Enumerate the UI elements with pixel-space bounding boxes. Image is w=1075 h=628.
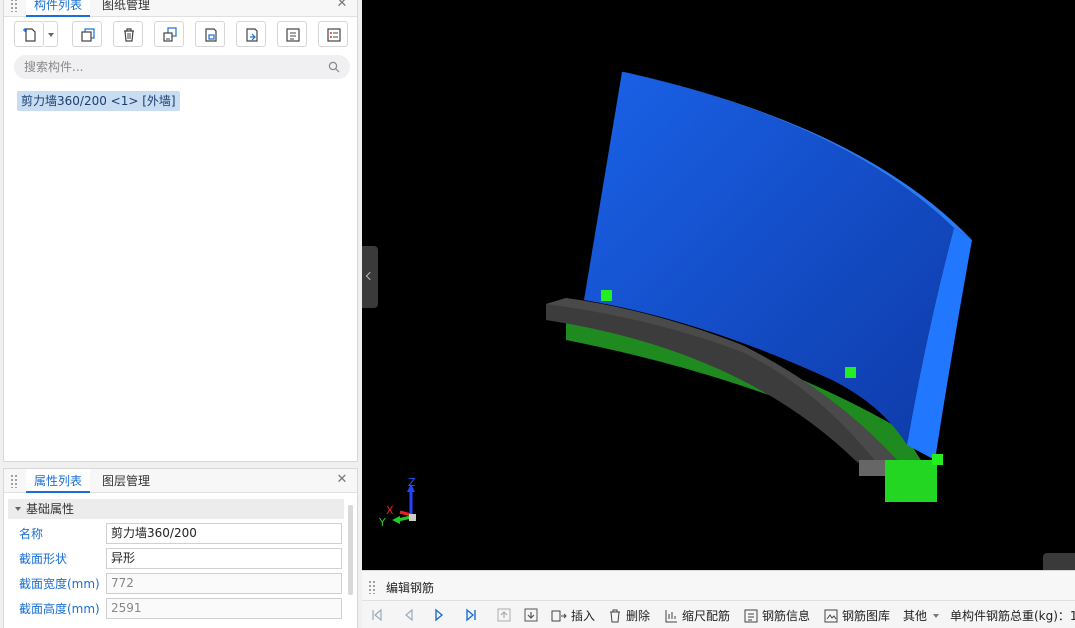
import-component-button[interactable]: [195, 21, 225, 47]
property-scrollbar[interactable]: [348, 505, 353, 595]
property-name: 名称: [19, 527, 44, 541]
grip-point[interactable]: [601, 290, 612, 301]
layers-copy-icon: [163, 27, 177, 42]
corner-base-block[interactable]: [885, 460, 937, 502]
property-row: 名称 剪力墙360/200: [8, 521, 344, 546]
search-icon[interactable]: [328, 61, 340, 73]
scale-rebar-button[interactable]: 缩尺配筋: [664, 607, 730, 625]
tab-component-list[interactable]: 构件列表: [26, 0, 91, 17]
property-value-field[interactable]: 772: [106, 573, 342, 594]
list-box-icon: [286, 28, 300, 42]
app-window: 构件列表 图纸管理 ✕ 搜索构件... 剪力墙360/200 <1> [外墙] …: [0, 0, 1075, 628]
component-list-panel: 构件列表 图纸管理 ✕ 搜索构件... 剪力墙360/200 <1> [外墙]: [3, 0, 358, 462]
tab-drawing-management[interactable]: 图纸管理: [94, 0, 158, 17]
viewport-corner-toggle[interactable]: [1043, 553, 1075, 570]
settings-list-button[interactable]: [318, 21, 348, 47]
previous-record-icon[interactable]: [402, 608, 416, 622]
image-library-icon: [824, 609, 838, 623]
insert-row-icon: [551, 610, 567, 622]
axis-z-label: Z: [408, 476, 416, 489]
close-icon[interactable]: ✕: [335, 0, 349, 11]
rebar-panel-title: 编辑钢筋: [386, 581, 435, 595]
new-file-icon: [23, 28, 36, 42]
other-label: 其他: [903, 609, 928, 623]
import-icon: [205, 28, 217, 42]
tab-layer-management[interactable]: 图层管理: [94, 469, 158, 493]
axis-x-label: X: [386, 504, 394, 517]
property-list-panel: 属性列表 图层管理 ✕ 基础属性 名称 剪力墙360/200 截面形状 异形 截…: [3, 468, 358, 628]
property-name: 截面形状: [19, 552, 68, 566]
grip-point[interactable]: [845, 367, 856, 378]
property-value-field[interactable]: 剪力墙360/200: [106, 523, 342, 544]
rebar-edit-panel: 编辑钢筋 插入 删除 缩尺配筋 钢筋信息 钢筋图库 其他 单构件钢筋总重(kg)…: [362, 570, 1075, 628]
move-down-icon[interactable]: [524, 608, 538, 622]
property-tabbar: 属性列表 图层管理 ✕: [4, 469, 357, 493]
export-component-button[interactable]: [236, 21, 266, 47]
drag-grip-icon[interactable]: [10, 0, 18, 12]
axis-y-label: Y: [378, 516, 386, 529]
info-list-icon: [744, 609, 758, 623]
scale-rebar-label: 缩尺配筋: [682, 609, 731, 623]
total-weight-label: 单构件钢筋总重(kg)：1: [950, 609, 1075, 623]
attribute-button[interactable]: [277, 21, 307, 47]
component-list-item[interactable]: 剪力墙360/200 <1> [外墙]: [17, 91, 180, 111]
other-dropdown[interactable]: 其他: [903, 607, 940, 625]
delete-component-button[interactable]: [113, 21, 143, 47]
collapse-sidebar-handle[interactable]: [362, 246, 378, 308]
property-row: 截面宽度(mm) 772: [8, 571, 344, 596]
close-icon[interactable]: ✕: [335, 473, 349, 487]
group-label: 基础属性: [26, 502, 75, 516]
search-input[interactable]: [24, 58, 314, 76]
collapse-triangle-icon: [15, 507, 21, 511]
chevron-down-icon: [933, 614, 940, 618]
property-group-header[interactable]: 基础属性: [8, 499, 344, 519]
trash-icon: [610, 609, 620, 623]
component-tabbar: 构件列表 图纸管理 ✕: [4, 0, 357, 17]
left-sidebar: 构件列表 图纸管理 ✕ 搜索构件... 剪力墙360/200 <1> [外墙] …: [0, 0, 362, 628]
3d-viewport[interactable]: Z X Y: [362, 0, 1075, 570]
grip-point[interactable]: [932, 454, 943, 465]
property-name: 截面高度(mm): [19, 602, 100, 616]
axis-gizmo: Z X Y: [378, 476, 416, 529]
copy-icon: [81, 28, 95, 42]
checklist-icon: [327, 28, 341, 42]
bar-chart-icon: [665, 610, 677, 623]
slab-end-block: [859, 460, 887, 476]
insert-button[interactable]: 插入: [551, 607, 595, 625]
delete-button[interactable]: 删除: [608, 607, 650, 625]
copy-to-floor-button[interactable]: [154, 21, 184, 47]
property-row: 截面高度(mm) 2591: [8, 596, 344, 621]
first-record-icon[interactable]: [370, 608, 384, 622]
rebar-info-button[interactable]: 钢筋信息: [744, 607, 810, 625]
insert-label: 插入: [571, 609, 596, 623]
move-up-icon[interactable]: [497, 608, 511, 622]
drag-grip-icon[interactable]: [368, 580, 376, 594]
new-component-dropdown[interactable]: [44, 21, 58, 47]
property-name: 截面宽度(mm): [19, 577, 100, 591]
rebar-library-button[interactable]: 钢筋图库: [824, 607, 890, 625]
copy-component-button[interactable]: [72, 21, 102, 47]
tab-property-list[interactable]: 属性列表: [26, 469, 91, 493]
rebar-info-label: 钢筋信息: [762, 609, 811, 623]
component-search-box: [14, 55, 350, 79]
new-component-button[interactable]: [14, 21, 44, 47]
property-row: 截面形状 异形: [8, 546, 344, 571]
trash-icon: [124, 28, 134, 42]
rebar-library-label: 钢筋图库: [842, 609, 891, 623]
component-toolbar: [14, 21, 354, 49]
rebar-panel-titlebar: 编辑钢筋: [362, 571, 1075, 601]
property-value-field[interactable]: 2591: [106, 598, 342, 619]
drag-grip-icon[interactable]: [10, 474, 18, 488]
property-value-field[interactable]: 异形: [106, 548, 342, 569]
wall-3d-model: Z X Y: [378, 72, 972, 529]
export-icon: [246, 28, 258, 42]
last-record-icon[interactable]: [464, 608, 478, 622]
next-record-icon[interactable]: [432, 608, 446, 622]
delete-label: 删除: [626, 609, 651, 623]
